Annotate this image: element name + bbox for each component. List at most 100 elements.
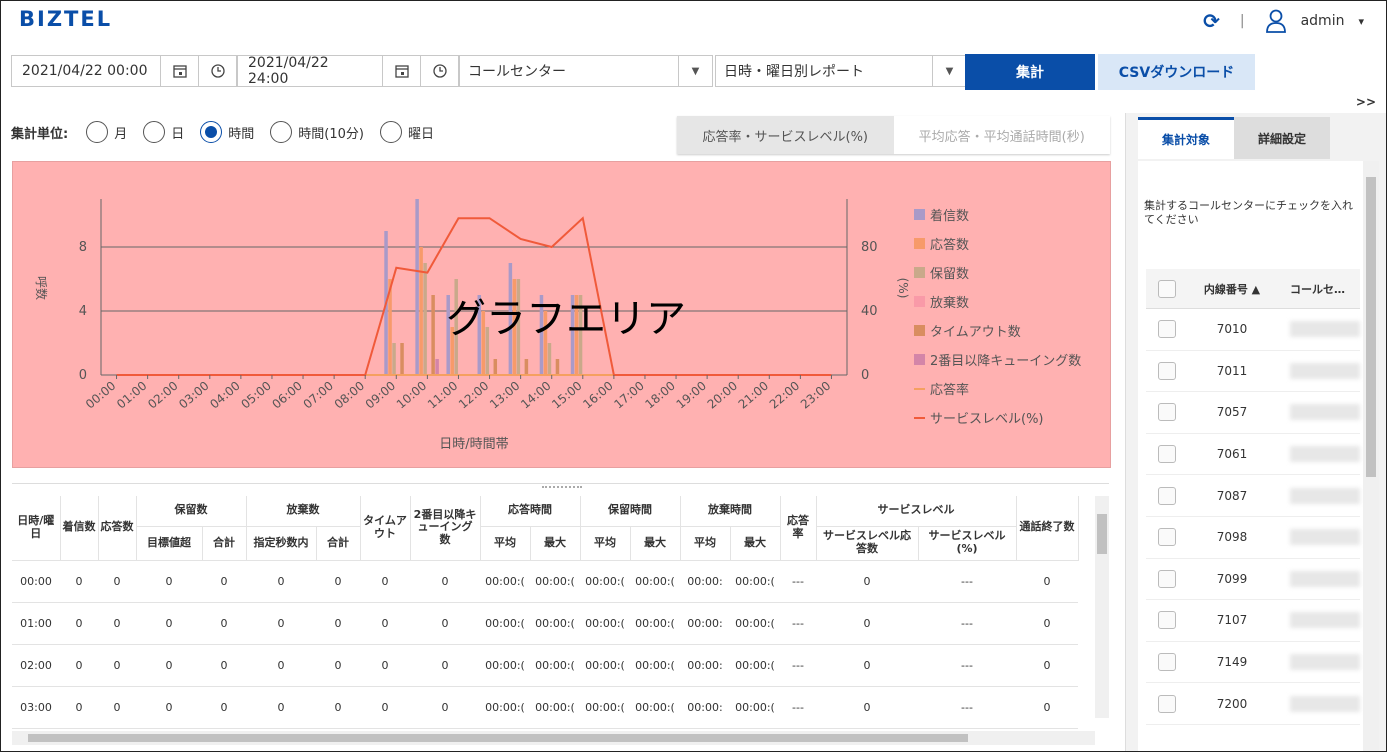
call-center-name [1290, 404, 1360, 421]
legend-swatch [914, 325, 925, 336]
table-cell: 0 [136, 602, 202, 645]
call-center-name [1290, 695, 1360, 712]
legend-label: 応答率 [930, 382, 969, 398]
list-item[interactable]: 7200 [1146, 683, 1360, 725]
col-hold-max: 最大 [630, 526, 681, 561]
radio-weekday[interactable]: 曜日 [379, 121, 434, 143]
table-cell: 0 [1016, 602, 1078, 645]
table-cell: 0 [1016, 560, 1078, 603]
radio-10min[interactable]: 時間(10分) [270, 121, 364, 143]
end-datetime-input[interactable]: 2021/04/22 24:00 [237, 55, 383, 87]
table-cell: 0 [136, 644, 202, 687]
right-panel-scrollbar[interactable] [1363, 161, 1379, 751]
x-tick-label: 03:00 [176, 379, 211, 412]
x-tick-label: 13:00 [487, 379, 522, 412]
table-row: 03:00 0 0 0 0 0 0 0 0 00:00:(00:00:(00:00:(00:00:… [12, 686, 1078, 729]
list-item[interactable]: 7087 [1146, 475, 1360, 517]
call-center-select[interactable]: コールセンター ▼ [459, 55, 713, 87]
tab-detail-settings[interactable]: 詳細設定 [1234, 117, 1330, 159]
y-tick-label: 8 [79, 240, 87, 255]
radio-month[interactable]: 月 [86, 121, 127, 143]
table-cell: --- [780, 686, 816, 729]
clock-icon[interactable] [421, 55, 459, 87]
chevron-down-icon: ▼ [932, 56, 966, 86]
radio-day[interactable]: 日 [143, 121, 184, 143]
col-extension[interactable]: 内線番号 ▲ [1184, 281, 1280, 297]
table-cell: 0 [60, 644, 98, 687]
x-tick-label: 02:00 [145, 379, 180, 412]
list-item[interactable]: 7099 [1146, 559, 1360, 601]
expand-panel-button[interactable]: >> [1356, 95, 1376, 109]
user-icon[interactable] [1265, 9, 1287, 33]
row-checkbox[interactable] [1158, 653, 1176, 672]
col-hold-total: 合計 [202, 526, 247, 561]
row-checkbox[interactable] [1158, 611, 1176, 630]
tab-average-times[interactable]: 平均応答・平均通話時間(秒) [893, 116, 1110, 154]
legend-swatch [914, 354, 925, 365]
col-timeout: タイムアウト [360, 496, 411, 561]
extension-number: 7087 [1216, 488, 1248, 503]
extension-number: 7057 [1216, 405, 1248, 420]
x-tick-label: 17:00 [611, 379, 646, 412]
row-checkbox[interactable] [1158, 569, 1176, 588]
select-all-checkbox[interactable] [1158, 279, 1176, 298]
table-cell: 0 [316, 602, 360, 645]
chart-tabs: 応答率・サービスレベル(%) 平均応答・平均通話時間(秒) [677, 116, 1110, 154]
calendar-icon[interactable] [161, 55, 199, 87]
col-abandon-total: 合計 [316, 526, 361, 561]
list-item[interactable]: 7149 [1146, 642, 1360, 684]
report-type-select[interactable]: 日時・曜日別レポート ▼ [715, 55, 967, 87]
right-panel: 集計対象 詳細設定 集計するコールセンターにチェックを入れてください 内線番号 … [1125, 113, 1386, 751]
list-item[interactable]: 7098 [1146, 517, 1360, 559]
row-checkbox[interactable] [1158, 528, 1176, 547]
chevron-down-icon[interactable]: ▾ [1358, 15, 1364, 28]
table-cell: --- [918, 602, 1016, 645]
call-center-name [1290, 612, 1360, 629]
legend-label: タイムアウト数 [930, 325, 1021, 340]
row-checkbox[interactable] [1158, 445, 1176, 464]
list-item[interactable]: 7011 [1146, 351, 1360, 393]
table-cell: 0 [410, 644, 480, 687]
row-checkbox[interactable] [1158, 320, 1176, 339]
chart-bar [435, 359, 439, 375]
user-name[interactable]: admin [1301, 13, 1345, 29]
x-axis-label: 日時/時間帯 [439, 437, 508, 452]
table-cell: 00:00: [680, 644, 730, 687]
horizontal-scrollbar[interactable] [12, 731, 1095, 745]
table-cell: 00:00:( [580, 560, 630, 603]
tab-target[interactable]: 集計対象 [1138, 117, 1234, 159]
group-abandon: 放棄数 [246, 496, 361, 527]
y2-axis-label: (%) [896, 278, 910, 299]
col-ab-max: 最大 [730, 526, 781, 561]
y-tick-label: 4 [79, 304, 87, 319]
aggregate-button[interactable]: 集計 [965, 54, 1095, 90]
table-cell: 0 [246, 602, 316, 645]
table-cell: 00:00:( [730, 560, 780, 603]
list-item[interactable]: 7107 [1146, 600, 1360, 642]
calendar-icon[interactable] [383, 55, 421, 87]
list-item[interactable]: 7061 [1146, 434, 1360, 476]
row-checkbox[interactable] [1158, 361, 1176, 380]
table-cell: 0 [98, 560, 136, 603]
radio-hour[interactable]: 時間 [200, 121, 254, 143]
row-checkbox[interactable] [1158, 486, 1176, 505]
list-item[interactable]: 7057 [1146, 392, 1360, 434]
vertical-scrollbar[interactable] [1095, 496, 1109, 718]
clock-icon[interactable] [199, 55, 237, 87]
tab-response-rate[interactable]: 応答率・サービスレベル(%) [677, 116, 894, 154]
resize-handle[interactable] [542, 486, 582, 490]
refresh-icon[interactable]: ⟳ [1203, 9, 1220, 33]
table-cell: 00:00:( [630, 560, 680, 603]
start-datetime-input[interactable]: 2021/04/22 00:00 [11, 55, 161, 87]
y2-tick-label: 40 [861, 304, 878, 319]
table-cell: 0 [202, 686, 246, 729]
list-item[interactable]: 7010 [1146, 309, 1360, 351]
row-checkbox[interactable] [1158, 694, 1176, 713]
table-cell: 00:00:( [630, 686, 680, 729]
y2-tick-label: 0 [861, 368, 869, 383]
table-cell: 02:00 [12, 644, 60, 687]
csv-download-button[interactable]: CSVダウンロード [1098, 54, 1255, 90]
row-checkbox[interactable] [1158, 403, 1176, 422]
x-tick-label: 09:00 [363, 379, 398, 412]
col-call-center-name[interactable]: コールセ… [1290, 281, 1345, 297]
